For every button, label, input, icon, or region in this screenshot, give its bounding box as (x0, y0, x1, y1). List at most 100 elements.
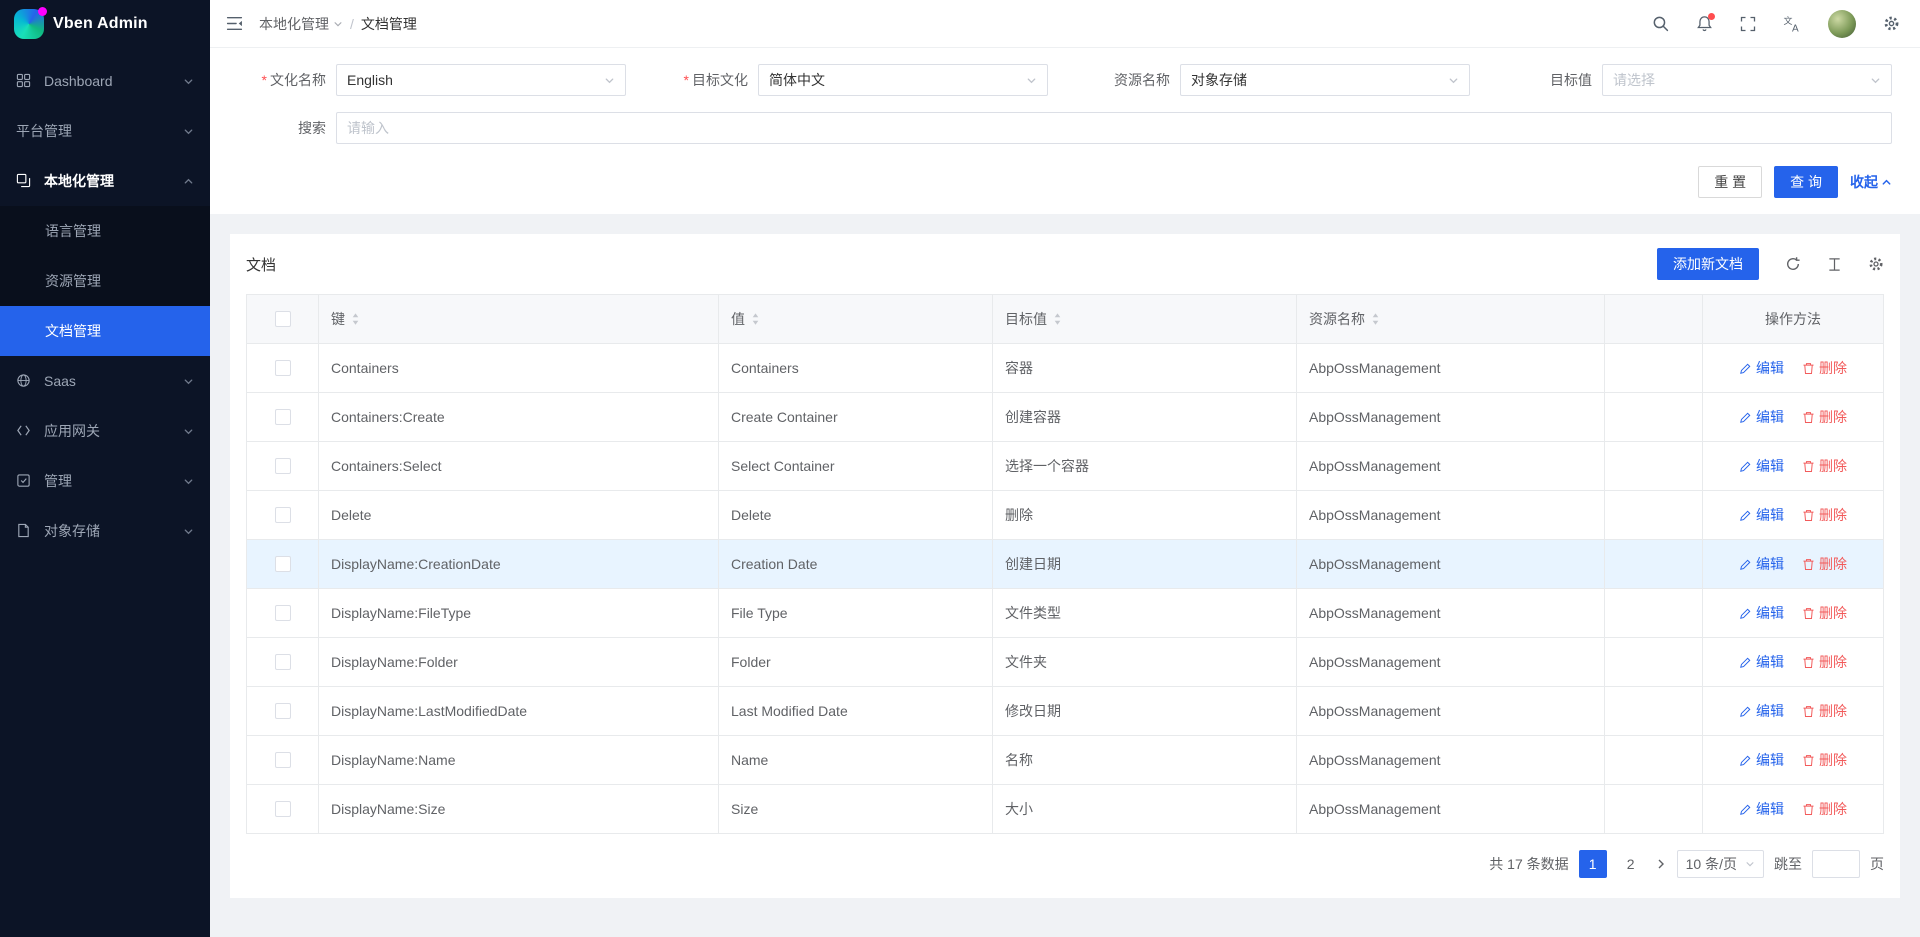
edit-button[interactable]: 编辑 (1739, 505, 1784, 525)
edit-button[interactable]: 编辑 (1739, 750, 1784, 770)
delete-button[interactable]: 删除 (1802, 701, 1847, 721)
chevron-down-icon (1026, 75, 1037, 86)
page-button-2[interactable]: 2 (1617, 850, 1645, 878)
sort-icon[interactable] (1371, 312, 1380, 326)
row-checkbox[interactable] (275, 507, 291, 523)
sidebar-item-language[interactable]: 语言管理 (0, 206, 210, 256)
chevron-up-icon (1881, 177, 1892, 188)
edit-button[interactable]: 编辑 (1739, 407, 1784, 427)
row-checkbox[interactable] (275, 752, 291, 768)
table-row: DisplayName:Size Size 大小 AbpOssManagemen… (247, 785, 1883, 834)
delete-button[interactable]: 删除 (1802, 750, 1847, 770)
breadcrumb-separator: / (350, 16, 354, 32)
sidebar-item-dashboard[interactable]: Dashboard (0, 56, 210, 106)
delete-button[interactable]: 删除 (1802, 554, 1847, 574)
jump-page-input[interactable] (1812, 850, 1860, 878)
app-root: Vben Admin Dashboard 平台管理 本地化管理 语言管理 (0, 0, 1920, 937)
next-page-icon[interactable] (1655, 858, 1667, 870)
sidebar-item-label: 语言管理 (45, 221, 101, 241)
cell-value: Delete (719, 491, 993, 539)
target-value-select[interactable]: 请选择 (1602, 64, 1892, 96)
sidebar-item-management[interactable]: 管理 (0, 456, 210, 506)
table-body: Containers Containers 容器 AbpOssManagemen… (247, 344, 1883, 834)
chevron-down-icon (1745, 859, 1755, 869)
sort-icon[interactable] (351, 312, 360, 326)
column-header-key: 键 (319, 295, 719, 343)
sidebar-item-storage[interactable]: 对象存储 (0, 506, 210, 556)
delete-button[interactable]: 删除 (1802, 407, 1847, 427)
row-checkbox[interactable] (275, 654, 291, 670)
avatar[interactable] (1828, 10, 1856, 38)
sort-icon[interactable] (1053, 312, 1062, 326)
cell-target-value: 修改日期 (993, 687, 1297, 735)
reset-button[interactable]: 重 置 (1698, 166, 1762, 198)
delete-button[interactable]: 删除 (1802, 799, 1847, 819)
cell-actions: 编辑 删除 (1703, 442, 1883, 490)
search-input[interactable] (336, 112, 1892, 144)
translate-icon[interactable]: 文A (1783, 15, 1801, 33)
row-checkbox[interactable] (275, 458, 291, 474)
search-icon[interactable] (1652, 15, 1669, 32)
menu-fold-icon[interactable] (226, 15, 243, 32)
row-checkbox[interactable] (275, 703, 291, 719)
sidebar-item-document[interactable]: 文档管理 (0, 306, 210, 356)
edit-button[interactable]: 编辑 (1739, 554, 1784, 574)
data-table: 键 值 目标值 资源名称 操作方法 Containers Containers … (246, 294, 1884, 834)
fullscreen-icon[interactable] (1740, 16, 1756, 32)
edit-button[interactable]: 编辑 (1739, 652, 1784, 672)
filter-row-2: 搜索 (238, 112, 1892, 144)
sidebar-item-resource[interactable]: 资源管理 (0, 256, 210, 306)
column-settings-gear-icon[interactable] (1868, 256, 1884, 272)
sidebar-item-localization[interactable]: 本地化管理 (0, 156, 210, 206)
breadcrumb-current: 文档管理 (361, 14, 417, 34)
select-all-checkbox[interactable] (275, 311, 291, 327)
sidebar-item-gateway[interactable]: 应用网关 (0, 406, 210, 456)
edit-button[interactable]: 编辑 (1739, 358, 1784, 378)
delete-button[interactable]: 删除 (1802, 652, 1847, 672)
breadcrumb-parent[interactable]: 本地化管理 (259, 14, 343, 34)
edit-button[interactable]: 编辑 (1739, 799, 1784, 819)
row-checkbox[interactable] (275, 801, 291, 817)
edit-button[interactable]: 编辑 (1739, 603, 1784, 623)
culture-name-label: *文化名称 (238, 70, 326, 90)
target-value-label: 目标值 (1504, 70, 1592, 90)
cell-target-value: 选择一个容器 (993, 442, 1297, 490)
cell-target-value: 容器 (993, 344, 1297, 392)
row-checkbox[interactable] (275, 605, 291, 621)
culture-name-select[interactable]: English (336, 64, 626, 96)
logo-icon (14, 9, 44, 39)
cell-resource-name: AbpOssManagement (1297, 589, 1605, 637)
edit-button[interactable]: 编辑 (1739, 701, 1784, 721)
row-checkbox[interactable] (275, 556, 291, 572)
sidebar-item-label: 本地化管理 (44, 171, 114, 191)
row-checkbox[interactable] (275, 360, 291, 376)
add-document-button[interactable]: 添加新文档 (1657, 248, 1759, 280)
cell-value: File Type (719, 589, 993, 637)
page-button-1[interactable]: 1 (1579, 850, 1607, 878)
table-panel: 文档 添加新文档 键 值 目标值 资源名称 操作方法 (230, 234, 1900, 898)
sidebar-item-platform[interactable]: 平台管理 (0, 106, 210, 156)
delete-button[interactable]: 删除 (1802, 603, 1847, 623)
row-height-icon[interactable] (1827, 257, 1842, 272)
sort-icon[interactable] (751, 312, 760, 326)
row-checkbox[interactable] (275, 409, 291, 425)
edit-button[interactable]: 编辑 (1739, 456, 1784, 476)
resource-name-select[interactable]: 对象存储 (1180, 64, 1470, 96)
cell-actions: 编辑 删除 (1703, 491, 1883, 539)
cell-resource-name: AbpOssManagement (1297, 393, 1605, 441)
refresh-icon[interactable] (1785, 256, 1801, 272)
table-row: DisplayName:LastModifiedDate Last Modifi… (247, 687, 1883, 736)
target-culture-select[interactable]: 简体中文 (758, 64, 1048, 96)
page-size-select[interactable]: 10 条/页 (1677, 850, 1764, 878)
sidebar-item-saas[interactable]: Saas (0, 356, 210, 406)
query-button[interactable]: 查 询 (1774, 166, 1838, 198)
delete-button[interactable]: 删除 (1802, 358, 1847, 378)
notification-bell-icon[interactable] (1696, 15, 1713, 32)
collapse-link[interactable]: 收起 (1850, 172, 1892, 192)
delete-button[interactable]: 删除 (1802, 505, 1847, 525)
settings-gear-icon[interactable] (1883, 15, 1900, 32)
logo: Vben Admin (0, 0, 210, 48)
delete-button[interactable]: 删除 (1802, 456, 1847, 476)
cell-actions: 编辑 删除 (1703, 589, 1883, 637)
cell-key: DisplayName:Folder (319, 638, 719, 686)
